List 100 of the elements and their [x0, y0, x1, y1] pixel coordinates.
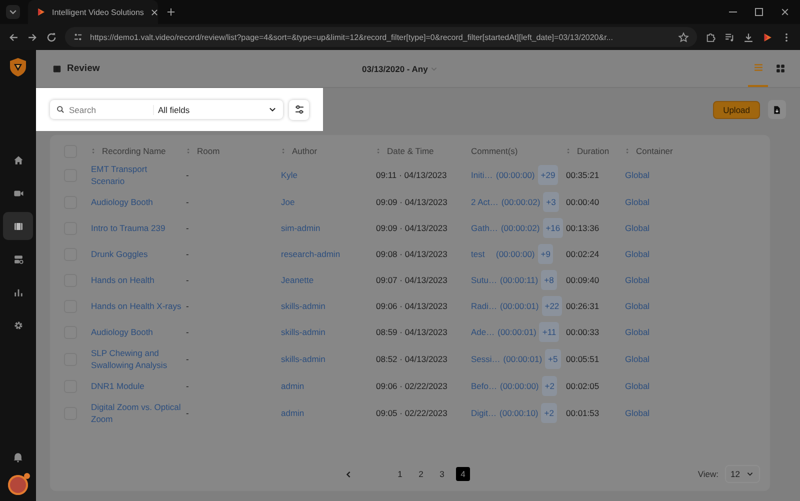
media-icon[interactable] — [724, 32, 735, 42]
recording-link[interactable]: Hands on Health X-rays — [91, 300, 182, 312]
container-link[interactable]: Global — [625, 327, 650, 337]
container-link[interactable]: Global — [625, 249, 650, 259]
column-header[interactable]: Container — [625, 143, 770, 159]
column-header[interactable]: Recording Name — [91, 143, 186, 159]
more-comments-badge[interactable]: +11 — [539, 322, 560, 342]
more-comments-badge[interactable]: +2 — [542, 376, 558, 396]
comment-link[interactable]: Sessi… — [471, 353, 500, 365]
comment-time-link[interactable]: (00:00:01) — [503, 353, 542, 365]
date-filter[interactable]: 03/13/2020 - Any — [362, 64, 438, 74]
recording-link[interactable]: Audiology Booth — [91, 326, 182, 338]
recording-link[interactable]: DNR1 Module — [91, 380, 182, 392]
recording-link[interactable]: Drunk Goggles — [91, 248, 182, 260]
more-comments-badge[interactable]: +8 — [541, 270, 557, 290]
page-size-select[interactable]: 12 — [724, 465, 760, 483]
author-link[interactable]: admin — [281, 408, 304, 418]
container-link[interactable]: Global — [625, 197, 650, 207]
page-button[interactable]: 2 — [414, 467, 428, 481]
more-comments-badge[interactable]: +3 — [543, 192, 559, 212]
page-button[interactable]: 3 — [435, 467, 449, 481]
comment-time-link[interactable]: (00:00:01) — [498, 326, 536, 338]
site-settings-icon[interactable] — [73, 32, 83, 42]
comment-link[interactable]: test — [471, 248, 493, 260]
container-link[interactable]: Global — [625, 301, 650, 311]
filter-button[interactable] — [289, 100, 309, 120]
page-title: Review — [67, 63, 100, 74]
sidebar-item[interactable] — [3, 212, 33, 240]
column-header[interactable]: Author — [281, 143, 376, 159]
search-field[interactable]: Search — [69, 104, 149, 114]
comment-link[interactable]: Ade… — [471, 326, 495, 338]
container-link[interactable]: Global — [625, 408, 650, 418]
more-comments-badge[interactable]: +16 — [542, 218, 564, 238]
container-link[interactable]: Global — [625, 354, 650, 364]
comment-link[interactable]: Sutu… — [471, 274, 497, 286]
recording-link[interactable]: Hands on Health — [91, 274, 182, 286]
more-comments-badge[interactable]: +22 — [542, 296, 562, 316]
more-comments-badge[interactable]: +2 — [541, 403, 557, 423]
comment-time-link[interactable]: (00:00:11) — [500, 274, 538, 286]
chevron-left-icon[interactable] — [344, 470, 353, 478]
comment-time-link[interactable]: (00:00:10) — [500, 407, 538, 419]
tab-list-button[interactable] — [6, 5, 20, 19]
page-button[interactable]: 1 — [393, 467, 407, 481]
reload-icon[interactable] — [46, 32, 57, 42]
comment-link[interactable]: Initi… — [471, 169, 493, 181]
more-comments-badge[interactable]: +5 — [545, 349, 561, 369]
recording-link[interactable]: Intro to Trauma 239 — [91, 222, 182, 234]
user-avatar[interactable] — [8, 475, 28, 495]
author-link[interactable]: admin — [281, 381, 304, 391]
comment-time-link[interactable]: (00:00:01) — [500, 300, 539, 312]
comment-time-link[interactable]: (00:00:02) — [500, 222, 540, 234]
play-logo-icon[interactable] — [762, 32, 773, 42]
comment-time-link[interactable]: (00:00:00) — [500, 380, 539, 392]
bell-icon[interactable] — [12, 451, 24, 463]
download-icon[interactable] — [743, 32, 754, 42]
upload-button[interactable]: Upload — [713, 100, 760, 118]
author-link[interactable]: sim-admin — [281, 223, 320, 233]
author-link[interactable]: skills-admin — [281, 327, 326, 337]
comment-time-link[interactable]: (00:00:00) — [496, 169, 535, 181]
comment-link[interactable]: Gath… — [471, 222, 498, 234]
export-button[interactable] — [768, 100, 786, 119]
bookmark-star-icon[interactable] — [678, 32, 689, 42]
page-button[interactable]: 4 — [456, 467, 470, 481]
column-header[interactable]: Duration — [566, 143, 625, 159]
comment-time-link[interactable]: (00:00:00) — [496, 248, 535, 260]
comment-link[interactable]: 2 Act… — [471, 196, 498, 208]
recording-link[interactable]: EMT Transport Scenario — [91, 163, 182, 187]
maximize-icon[interactable] — [754, 7, 764, 17]
author-link[interactable]: research-admin — [281, 249, 340, 259]
comment-link[interactable]: Digit… — [471, 407, 497, 419]
new-tab-icon[interactable] — [166, 7, 176, 17]
author-link[interactable]: skills-admin — [281, 354, 326, 364]
column-header[interactable]: Date & Time — [376, 143, 471, 159]
column-header[interactable]: Room — [186, 143, 281, 159]
recording-link[interactable]: Audiology Booth — [91, 196, 182, 208]
comment-link[interactable]: Befo… — [471, 380, 497, 392]
extensions-icon[interactable] — [705, 32, 716, 42]
recording-link[interactable]: Digital Zoom vs. Optical Zoom — [91, 401, 182, 425]
container-link[interactable]: Global — [625, 381, 650, 391]
date-time-cell: 09:06 · 02/22/2023 — [376, 381, 448, 391]
recording-link[interactable]: SLP Chewing and Swallowing Analysis — [91, 347, 182, 371]
browser-tab[interactable]: Intelligent Video Solutions — [28, 0, 158, 24]
more-comments-badge[interactable]: +9 — [538, 244, 554, 264]
author-link[interactable]: Jeanette — [281, 275, 314, 285]
comment-link[interactable]: Radi… — [471, 300, 497, 312]
close-icon[interactable] — [150, 8, 159, 16]
more-comments-badge[interactable]: +29 — [538, 165, 558, 185]
author-link[interactable]: Joe — [281, 197, 295, 207]
back-icon[interactable] — [8, 32, 19, 42]
author-link[interactable]: Kyle — [281, 170, 298, 180]
duration-cell: 00:09:40 — [566, 275, 600, 285]
address-bar[interactable]: https://demo1.valt.video/record/review/list?page=4&sort=&type=up&limit=12&record_filter[type]=0&record_filter[startedAt][left_date]=03/13/2020&r... — [65, 27, 697, 47]
close-icon[interactable] — [780, 7, 790, 17]
search-scope-dropdown[interactable]: All fields — [153, 104, 277, 114]
author-link[interactable]: skills-admin — [281, 301, 326, 311]
container-link[interactable]: Global — [625, 223, 650, 233]
container-link[interactable]: Global — [625, 275, 650, 285]
forward-icon[interactable] — [27, 32, 38, 42]
container-link[interactable]: Global — [625, 170, 650, 180]
comment-time-link[interactable]: (00:00:02) — [501, 196, 540, 208]
